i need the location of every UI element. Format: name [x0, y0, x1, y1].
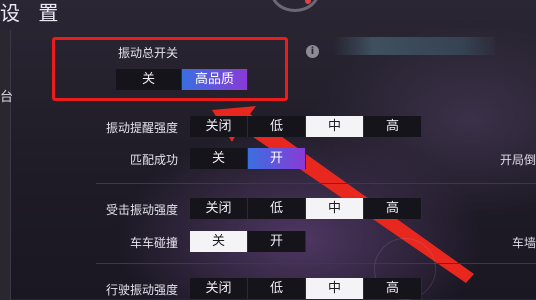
- hit-strength-low[interactable]: 低: [248, 198, 306, 219]
- hit-strength-label: 受击振动强度: [105, 203, 178, 217]
- hit-strength-off[interactable]: 关闭: [190, 198, 248, 219]
- match-success-on[interactable]: 开: [248, 148, 306, 169]
- drive-prompt-high[interactable]: 高: [364, 116, 422, 137]
- car-collision-off[interactable]: 关: [190, 231, 248, 252]
- drive-strength-mid[interactable]: 中: [306, 278, 364, 299]
- hit-strength-mid[interactable]: 中: [306, 198, 364, 219]
- right-cut-label-bottom: 车墙: [512, 236, 536, 250]
- drive-prompt-low[interactable]: 低: [248, 116, 306, 137]
- drive-prompt-off[interactable]: 关闭: [190, 116, 248, 137]
- drive-strength-high[interactable]: 高: [364, 278, 422, 299]
- match-success-off[interactable]: 关: [190, 148, 248, 169]
- car-collision-on[interactable]: 开: [248, 231, 306, 252]
- drive-prompt-mid[interactable]: 中: [306, 116, 364, 137]
- drive-strength-low[interactable]: 低: [248, 278, 306, 299]
- hit-strength-segment: 关闭 低 中 高: [190, 198, 422, 219]
- drive-strength-label: 行驶振动强度: [105, 283, 178, 297]
- match-success-toggle: 关 开: [190, 148, 306, 169]
- drive-strength-off[interactable]: 关闭: [190, 278, 248, 299]
- section-divider: [96, 183, 536, 184]
- car-collision-toggle: 关 开: [190, 231, 306, 252]
- drive-prompt-label: 振动提醒强度: [105, 121, 178, 135]
- car-collision-label: 车车碰撞: [129, 236, 178, 250]
- hit-strength-high[interactable]: 高: [364, 198, 422, 219]
- drive-prompt-segment: 关闭 低 中 高: [190, 116, 422, 137]
- right-cut-label-top: 开局倒: [500, 153, 536, 167]
- section-divider: [96, 263, 536, 264]
- match-success-label: 匹配成功: [129, 153, 178, 167]
- drive-strength-segment: 关闭 低 中 高: [190, 278, 422, 299]
